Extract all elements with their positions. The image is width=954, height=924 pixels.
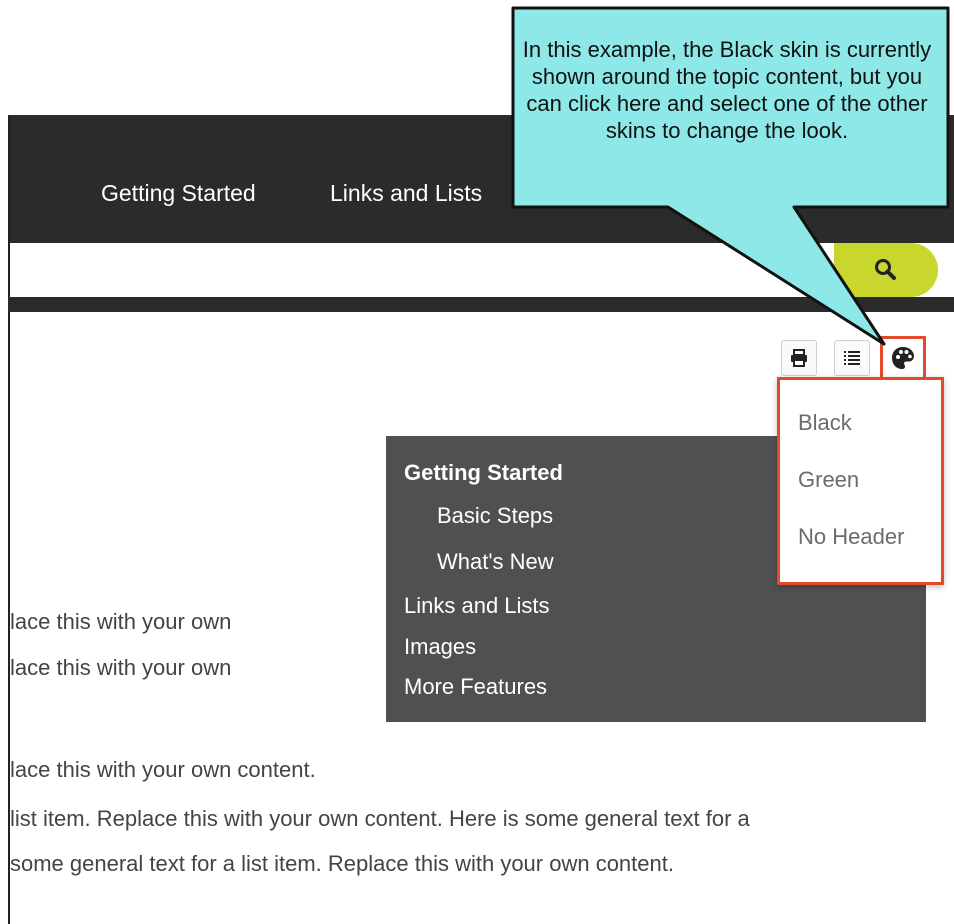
content-line: some general text for a list item. Repla… bbox=[10, 851, 674, 876]
frame-edge bbox=[8, 115, 10, 924]
toc-item-images[interactable]: Images bbox=[404, 634, 476, 660]
skin-menu: Black Green No Header bbox=[777, 377, 944, 585]
toc-item-getting-started[interactable]: Getting Started bbox=[404, 460, 563, 486]
search-bar bbox=[10, 243, 954, 297]
content-line: lace this with your own content. bbox=[10, 757, 316, 782]
toc-item-links-and-lists[interactable]: Links and Lists bbox=[404, 593, 550, 619]
skin-option-green[interactable]: Green bbox=[798, 467, 859, 493]
toc-item-more-features[interactable]: More Features bbox=[404, 674, 547, 700]
skin-option-no-header[interactable]: No Header bbox=[798, 524, 904, 550]
content-line: lace this with your own bbox=[10, 609, 232, 634]
search-bottom-bar bbox=[8, 297, 954, 312]
search-icon bbox=[875, 259, 896, 280]
callout-text: In this example, the Black skin is curre… bbox=[522, 37, 932, 143]
nav-link-links-and-lists[interactable]: Links and Lists bbox=[330, 180, 482, 207]
toc-item-whats-new[interactable]: What's New bbox=[437, 549, 554, 575]
skin-button-highlight bbox=[880, 336, 926, 380]
search-button[interactable] bbox=[834, 243, 938, 297]
toc-toggle-button[interactable] bbox=[834, 340, 870, 376]
search-input[interactable] bbox=[10, 243, 836, 297]
list-icon bbox=[844, 351, 860, 365]
content-line: list item. Replace this with your own co… bbox=[10, 806, 750, 831]
toc-item-basic-steps[interactable]: Basic Steps bbox=[437, 503, 553, 529]
print-button[interactable] bbox=[781, 340, 817, 376]
print-icon bbox=[791, 349, 807, 367]
nav-link-getting-started[interactable]: Getting Started bbox=[101, 180, 256, 207]
skin-option-black[interactable]: Black bbox=[798, 410, 852, 436]
content-line: lace this with your own bbox=[10, 655, 232, 680]
